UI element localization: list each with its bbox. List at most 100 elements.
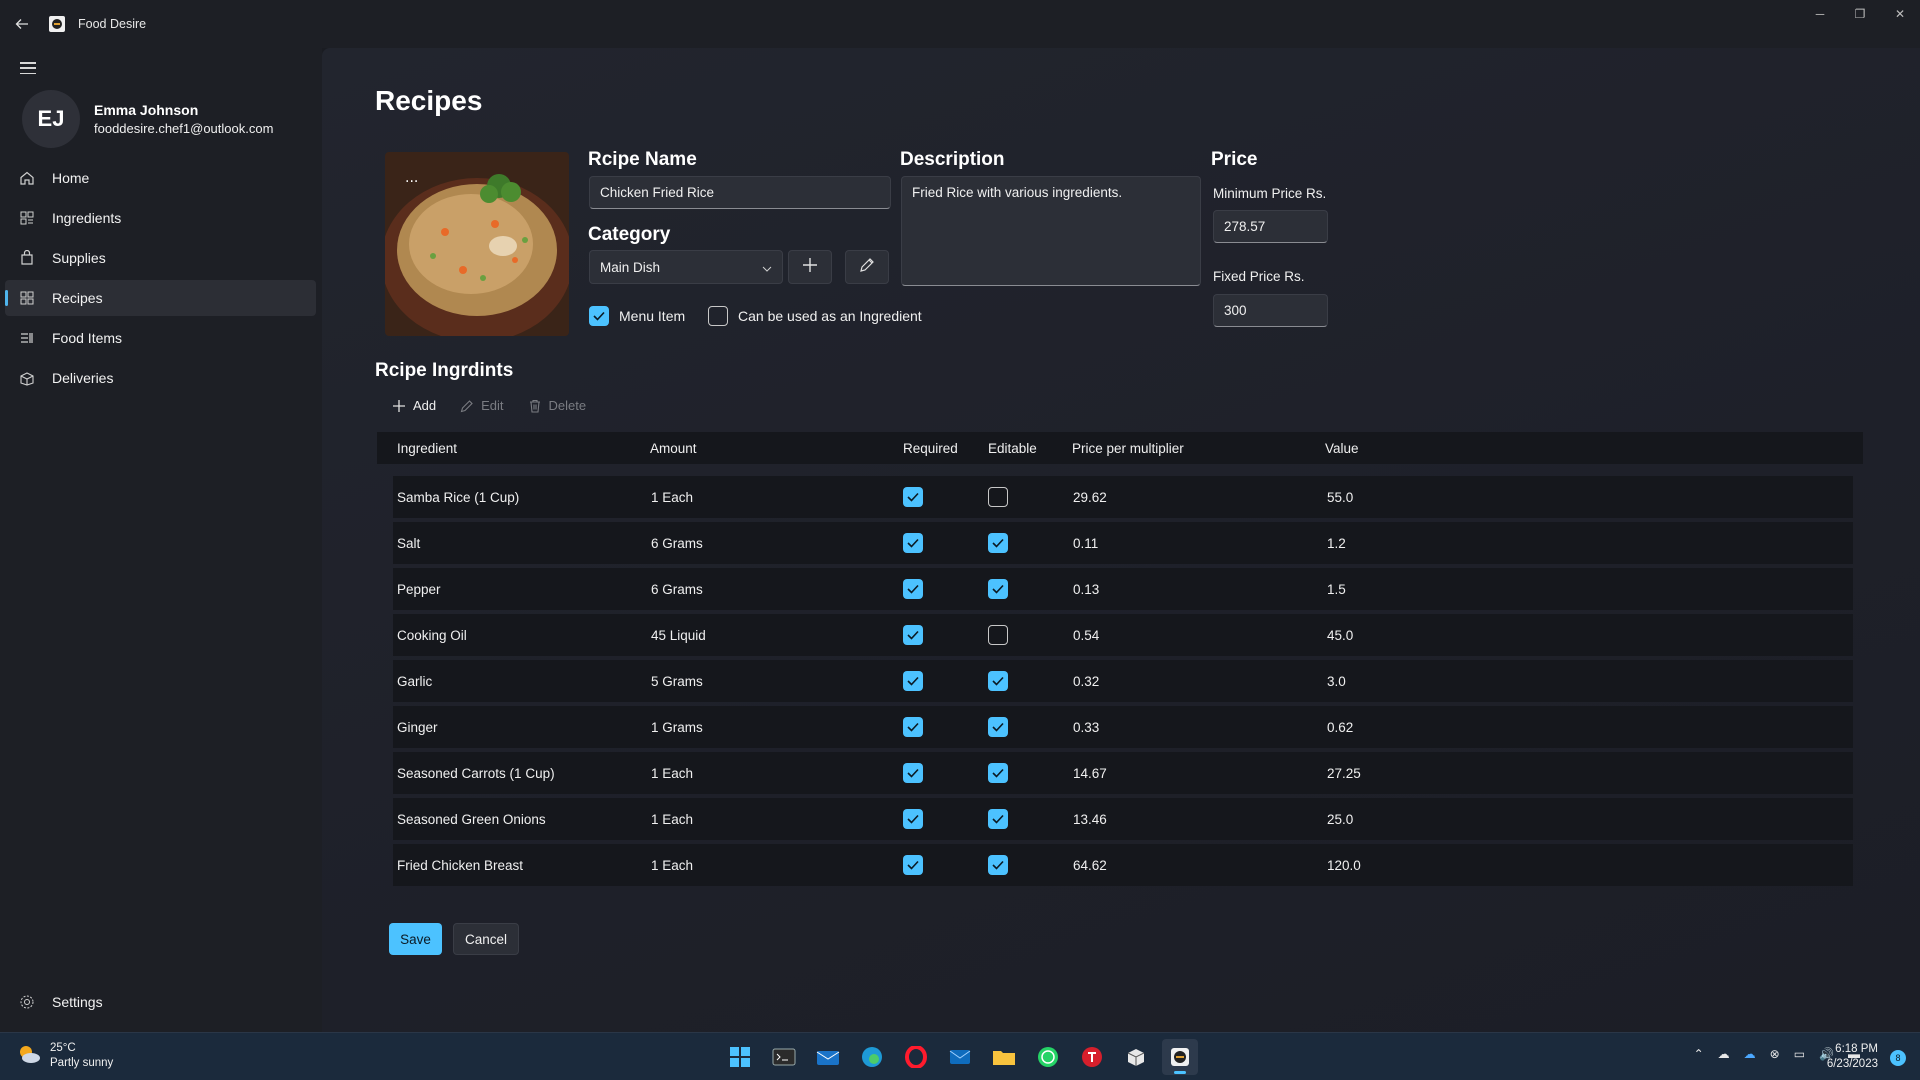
plus-icon xyxy=(802,257,818,278)
minimize-icon[interactable]: ─ xyxy=(1800,0,1840,28)
table-row[interactable]: Seasoned Carrots (1 Cup) 1 Each 14.67 27.25 xyxy=(393,752,1853,794)
cell-editable-checkbox[interactable] xyxy=(988,660,1008,702)
cell-ingredient: Samba Rice (1 Cup) xyxy=(397,489,520,505)
category-label: Category xyxy=(588,224,671,245)
sidebar-item-settings[interactable]: Settings xyxy=(17,992,103,1012)
file-explorer-icon[interactable] xyxy=(986,1039,1022,1075)
cell-amount: 1 Each xyxy=(651,811,694,827)
cell-required-checkbox[interactable] xyxy=(903,844,923,886)
cell-editable-checkbox[interactable] xyxy=(988,844,1008,886)
sidebar-item-home[interactable]: Home xyxy=(5,160,316,196)
column-header-required[interactable]: Required xyxy=(903,441,958,456)
back-arrow-icon[interactable] xyxy=(0,0,44,48)
checkbox-empty-icon xyxy=(708,306,728,326)
sidebar-item-label: Deliveries xyxy=(52,370,114,386)
cell-required-checkbox[interactable] xyxy=(903,660,923,702)
edit-category-button[interactable] xyxy=(845,250,889,284)
terminal-icon[interactable] xyxy=(766,1039,802,1075)
table-row[interactable]: Salt 6 Grams 0.11 1.2 xyxy=(393,522,1853,564)
cell-editable-checkbox[interactable] xyxy=(988,476,1008,518)
onedrive-icon[interactable]: ☁ xyxy=(1744,1047,1756,1061)
table-row[interactable]: Ginger 1 Grams 0.33 0.62 xyxy=(393,706,1853,748)
column-header-amount[interactable]: Amount xyxy=(650,441,697,456)
menu-item-checkbox[interactable]: Menu Item xyxy=(589,306,685,326)
table-row[interactable]: Cooking Oil 45 Liquid 0.54 45.0 xyxy=(393,614,1853,656)
cell-editable-checkbox[interactable] xyxy=(988,568,1008,610)
cell-ingredient: Cooking Oil xyxy=(397,627,467,643)
close-icon[interactable]: ✕ xyxy=(1880,0,1920,28)
mail-icon[interactable] xyxy=(810,1039,846,1075)
gear-icon xyxy=(17,992,37,1012)
cell-required-checkbox[interactable] xyxy=(903,798,923,840)
cell-editable-checkbox[interactable] xyxy=(988,752,1008,794)
edit-ingredient-button[interactable]: Edit xyxy=(460,398,504,413)
table-row[interactable]: Seasoned Green Onions 1 Each 13.46 25.0 xyxy=(393,798,1853,840)
cell-required-checkbox[interactable] xyxy=(903,752,923,794)
hamburger-menu-icon[interactable] xyxy=(18,58,38,78)
sidebar-item-label: Home xyxy=(52,170,90,186)
package-icon[interactable] xyxy=(1118,1039,1154,1075)
delete-label: Delete xyxy=(548,398,587,413)
sidebar-item-food-items[interactable]: Food Items xyxy=(5,320,316,356)
cell-required-checkbox[interactable] xyxy=(903,614,923,656)
min-price-input[interactable]: 278.57 xyxy=(1213,210,1328,243)
delete-ingredient-button[interactable]: Delete xyxy=(528,398,587,413)
network-icon[interactable]: ▭ xyxy=(1794,1047,1805,1061)
sidebar-item-ingredients[interactable]: Ingredients xyxy=(5,200,316,236)
cell-editable-checkbox[interactable] xyxy=(988,706,1008,748)
checkmark-icon xyxy=(903,625,923,645)
checkmark-icon xyxy=(988,763,1008,783)
clock-date: 6/23/2023 xyxy=(1826,1058,1878,1070)
checkmark-icon xyxy=(903,717,923,737)
cell-required-checkbox[interactable] xyxy=(903,522,923,564)
recipe-name-input[interactable]: Chicken Fried Rice xyxy=(589,176,891,209)
category-dropdown[interactable]: Main Dish xyxy=(589,250,783,284)
restore-icon[interactable]: ❐ xyxy=(1840,0,1880,28)
notification-badge[interactable]: 8 xyxy=(1890,1050,1906,1066)
chevron-up-icon[interactable]: ⌃ xyxy=(1694,1047,1704,1061)
save-button[interactable]: Save xyxy=(389,923,442,955)
cell-required-checkbox[interactable] xyxy=(903,706,923,748)
description-textarea[interactable]: Fried Rice with various ingredients. xyxy=(901,176,1201,286)
column-header-ingredient[interactable]: Ingredient xyxy=(397,441,457,456)
taskbar: 25°C Partly sunny ⌃ ☁ ☁ ⊗ ▭ 🔊 ▬ 6:18 PM … xyxy=(0,1032,1920,1080)
sidebar-item-supplies[interactable]: Supplies xyxy=(5,240,316,276)
cell-editable-checkbox[interactable] xyxy=(988,798,1008,840)
checkmark-icon xyxy=(988,533,1008,553)
user-profile: EJ Emma Johnson fooddesire.chef1@outlook… xyxy=(22,90,273,148)
sidebar-item-recipes[interactable]: Recipes xyxy=(5,280,316,316)
edge-icon[interactable] xyxy=(854,1039,890,1075)
table-row[interactable]: Fried Chicken Breast 1 Each 64.62 120.0 xyxy=(393,844,1853,886)
column-header-price[interactable]: Price per multiplier xyxy=(1072,441,1184,456)
cell-editable-checkbox[interactable] xyxy=(988,522,1008,564)
table-row[interactable]: Samba Rice (1 Cup) 1 Each 29.62 55.0 xyxy=(393,476,1853,518)
cell-ingredient: Seasoned Green Onions xyxy=(397,811,546,827)
cloud-icon[interactable]: ☁ xyxy=(1718,1047,1730,1061)
cell-amount: 1 Each xyxy=(651,489,694,505)
cell-required-checkbox[interactable] xyxy=(903,476,923,518)
recipe-image[interactable]: ... xyxy=(385,152,569,336)
cell-value: 1.2 xyxy=(1327,535,1346,551)
trash-icon xyxy=(528,399,542,413)
column-header-value[interactable]: Value xyxy=(1325,441,1359,456)
whatsapp-icon[interactable] xyxy=(1030,1039,1066,1075)
clock[interactable]: 6:18 PM 6/23/2023 xyxy=(1827,1042,1878,1072)
food-desire-app-icon[interactable] xyxy=(1162,1039,1198,1075)
weather-widget[interactable]: 25°C Partly sunny xyxy=(16,1041,113,1071)
t-app-icon[interactable] xyxy=(1074,1039,1110,1075)
add-ingredient-button[interactable]: Add xyxy=(392,398,436,413)
opera-icon[interactable] xyxy=(898,1039,934,1075)
cell-required-checkbox[interactable] xyxy=(903,568,923,610)
start-icon[interactable] xyxy=(722,1039,758,1075)
table-row[interactable]: Pepper 6 Grams 0.13 1.5 xyxy=(393,568,1853,610)
sidebar-item-deliveries[interactable]: Deliveries xyxy=(5,360,316,396)
table-row[interactable]: Garlic 5 Grams 0.32 3.0 xyxy=(393,660,1853,702)
cell-editable-checkbox[interactable] xyxy=(988,614,1008,656)
ingredient-use-checkbox[interactable]: Can be used as an Ingredient xyxy=(708,306,922,326)
security-icon[interactable]: ⊗ xyxy=(1770,1047,1780,1061)
column-header-editable[interactable]: Editable xyxy=(988,441,1037,456)
mail-app-icon[interactable] xyxy=(942,1039,978,1075)
cancel-button[interactable]: Cancel xyxy=(453,923,519,955)
fixed-price-input[interactable]: 300 xyxy=(1213,294,1328,327)
add-category-button[interactable] xyxy=(788,250,832,284)
